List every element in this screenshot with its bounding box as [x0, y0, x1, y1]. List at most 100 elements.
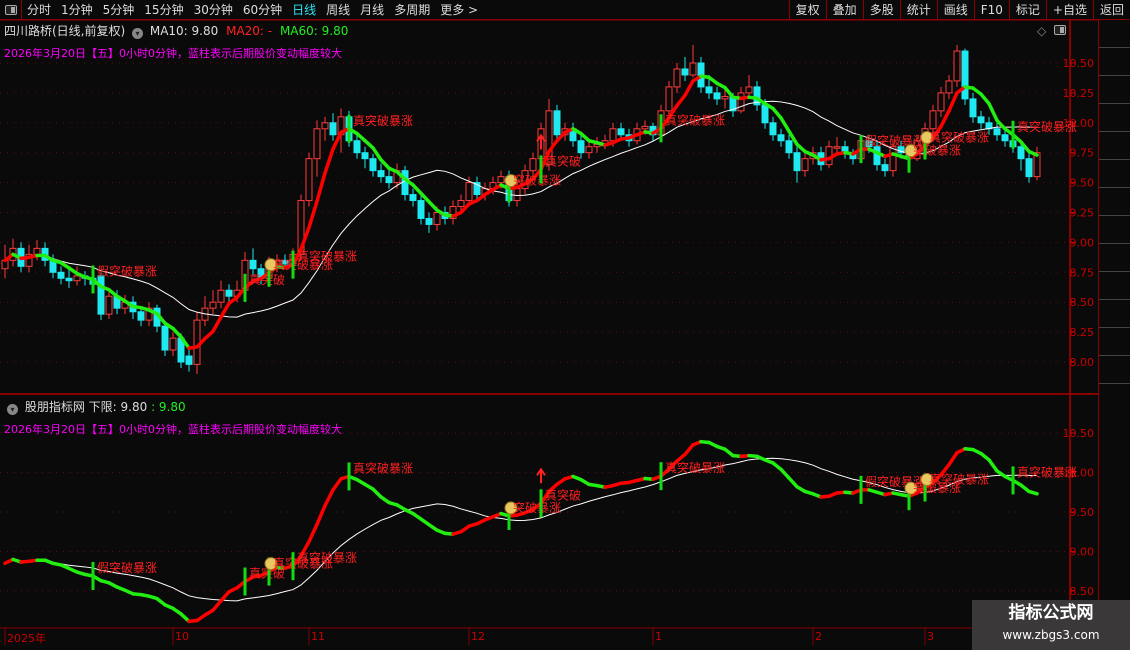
y-tick-label: 8.50: [1070, 585, 1095, 598]
candle-body: [777, 134, 785, 142]
candle-body: [497, 176, 505, 184]
trend-ma-segment: [371, 146, 383, 162]
candle-body: [929, 110, 937, 130]
y-tick-label: 8.25: [1070, 326, 1095, 339]
signal-label: 真突破暴涨: [665, 460, 725, 475]
right-side-tabs[interactable]: [1098, 20, 1130, 640]
signal-label: 真突破暴涨: [665, 112, 725, 127]
signal-bar: [1011, 120, 1015, 149]
kline-chart[interactable]: 10.5010.2510.009.759.509.259.008.758.508…: [0, 0, 1098, 650]
trend-ma-segment: [315, 503, 327, 527]
y-tick-label: 9.00: [1070, 236, 1095, 249]
signal-bar: [243, 273, 247, 302]
candle-body: [313, 128, 321, 160]
x-axis-label: 2: [815, 630, 822, 643]
trend-ma-segment: [683, 443, 695, 457]
trend-ma-segment: [771, 106, 783, 120]
signal-bar: [243, 567, 247, 596]
signal-bar: [291, 552, 295, 581]
trend-ma-segment: [947, 451, 959, 467]
x-axis-label: 12: [471, 630, 485, 643]
candle-body: [801, 158, 809, 172]
candle-body: [585, 146, 593, 154]
signal-label: 真突破: [545, 153, 581, 168]
candle-body: [969, 98, 977, 118]
trend-ma-segment: [683, 79, 695, 98]
y-tick-label: 9.75: [1070, 147, 1095, 160]
watermark-title: 指标公式网: [1008, 603, 1094, 623]
signal-label: 真突破暴涨: [929, 130, 989, 145]
x-axis-label: 10: [175, 630, 189, 643]
candle-body: [833, 146, 841, 149]
candle-body: [889, 146, 897, 172]
candle-body: [665, 86, 673, 112]
candle-body: [105, 295, 113, 315]
candle-body: [1025, 158, 1033, 178]
signal-bar: [291, 250, 295, 279]
candle-body: [673, 68, 681, 88]
trend-ma-segment: [723, 85, 735, 99]
candle-body: [737, 92, 745, 112]
candle-body: [1017, 146, 1025, 160]
trend-ma-segment: [307, 199, 319, 230]
signal-bar: [347, 462, 351, 491]
trend-ma-segment: [979, 92, 991, 106]
candle-body: [369, 158, 377, 172]
candle-body: [721, 95, 729, 100]
y-tick-label: 10.25: [1063, 87, 1095, 100]
candle-body: [513, 188, 521, 202]
signal-label: 突破暴涨: [513, 173, 561, 188]
candle-body: [793, 152, 801, 172]
y-tick-label: 9.50: [1070, 177, 1095, 190]
watermark-url: www.zbgs3.com: [1002, 628, 1100, 642]
signal-label: 真突破暴涨: [1017, 464, 1077, 479]
candle-body: [73, 275, 81, 282]
candle-body: [769, 122, 777, 136]
candle-body: [217, 289, 225, 303]
candle-body: [457, 200, 465, 208]
tool-button[interactable]: 返回: [1092, 0, 1130, 20]
trend-ma-segment: [211, 599, 223, 613]
candle-body: [65, 277, 73, 282]
candle-body: [161, 325, 169, 351]
candle-body: [785, 140, 793, 154]
x-axis-label: 11: [311, 630, 325, 643]
signal-bar: [859, 475, 863, 504]
candle-body: [409, 194, 417, 202]
trend-ma-segment: [211, 315, 223, 334]
candle-body: [305, 158, 313, 202]
y-tick-label: 8.50: [1070, 296, 1095, 309]
signal-bar: [539, 489, 543, 518]
candle-body: [873, 146, 881, 166]
trend-ma-segment: [1027, 489, 1039, 496]
candle-body: [361, 152, 369, 160]
candle-body: [993, 128, 1001, 136]
trend-ma-segment: [779, 467, 791, 480]
candle-body: [249, 259, 257, 270]
signal-label: 假突破暴涨: [97, 263, 157, 278]
y-tick-label: 8.00: [1070, 356, 1095, 369]
signal-label: 真突破暴涨: [297, 550, 357, 565]
candle-body: [33, 247, 41, 255]
candle-body: [577, 140, 585, 154]
candle-body: [425, 217, 433, 225]
signal-bar: [859, 135, 863, 164]
trend-ma-segment: [331, 477, 343, 492]
candle-body: [1001, 134, 1009, 142]
candle-body: [609, 128, 617, 142]
y-tick-label: 8.75: [1070, 266, 1095, 279]
signal-label: 真突破暴涨: [353, 460, 413, 475]
candle-body: [185, 355, 193, 365]
candle-body: [953, 50, 961, 82]
candle-body: [529, 158, 537, 172]
candle-body: [745, 86, 753, 94]
signal-bar: [659, 462, 663, 491]
trend-ma-segment: [315, 171, 327, 204]
candle-body: [465, 182, 473, 202]
candle-body: [961, 50, 969, 100]
signal-label: 假突破暴涨: [97, 560, 157, 575]
candle-body: [713, 92, 721, 100]
signal-label: 真突破暴涨: [297, 249, 357, 264]
candle-body: [225, 289, 233, 297]
signal-label: 突破暴涨: [913, 143, 961, 158]
